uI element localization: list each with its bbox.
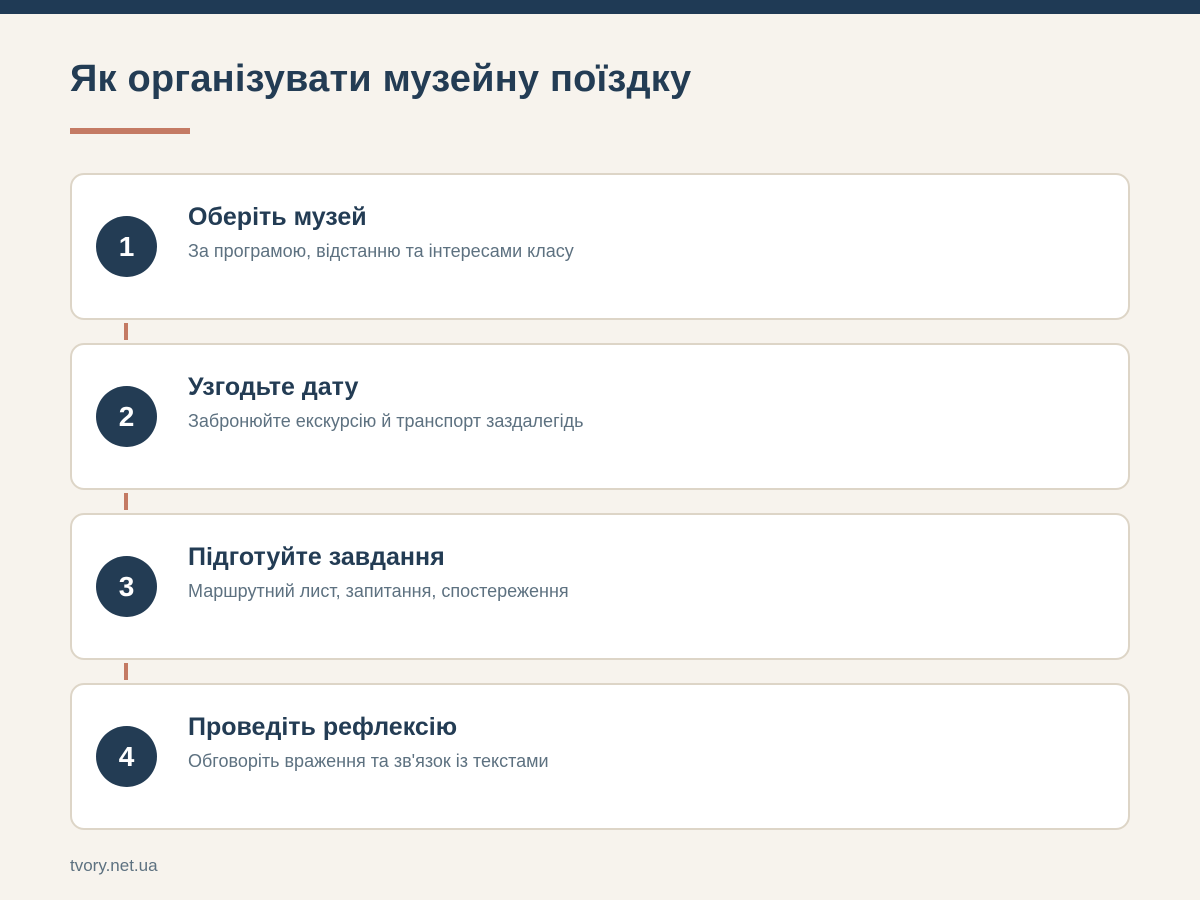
step-number-badge: 3 — [96, 556, 157, 617]
step-number-badge: 2 — [96, 386, 157, 447]
step-title: Узгодьте дату — [188, 373, 359, 401]
step-description: Маршрутний лист, запитання, спостереженн… — [188, 581, 569, 601]
step-card: 3 Підготуйте завдання Маршрутний лист, з… — [70, 513, 1130, 660]
connector-line — [124, 493, 128, 510]
steps-list: 1 Оберіть музей За програмою, відстанню … — [70, 173, 1130, 830]
step-description: Обговоріть враження та зв'язок із текста… — [188, 751, 549, 771]
connector-line — [124, 323, 128, 340]
step-connector — [70, 660, 1130, 683]
connector-line — [124, 663, 128, 680]
step-connector — [70, 320, 1130, 343]
step-title: Проведіть рефлексію — [188, 713, 458, 741]
step-description: Забронюйте екскурсію й транспорт заздале… — [188, 411, 584, 431]
step-connector — [70, 490, 1130, 513]
step-title: Підготуйте завдання — [188, 543, 445, 571]
top-bar — [0, 0, 1200, 14]
step-title: Оберіть музей — [188, 203, 367, 231]
page-title: Як організувати музейну поїздку — [70, 58, 692, 100]
title-accent-line — [70, 128, 190, 134]
step-number-badge: 4 — [96, 726, 157, 787]
step-card: 2 Узгодьте дату Забронюйте екскурсію й т… — [70, 343, 1130, 490]
step-card: 4 Проведіть рефлексію Обговоріть враженн… — [70, 683, 1130, 830]
footer-site-label: tvory.net.ua — [70, 856, 158, 875]
step-card: 1 Оберіть музей За програмою, відстанню … — [70, 173, 1130, 320]
step-description: За програмою, відстанню та інтересами кл… — [188, 241, 574, 261]
step-number-badge: 1 — [96, 216, 157, 277]
